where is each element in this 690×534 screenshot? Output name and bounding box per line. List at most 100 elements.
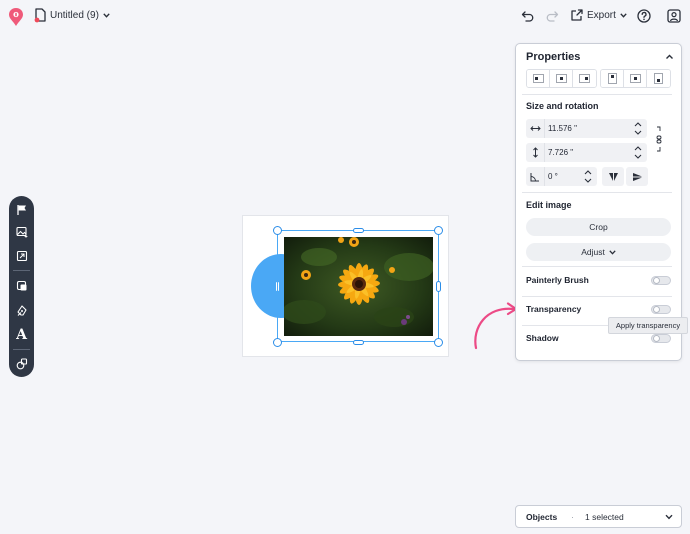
adjust-button[interactable]: Adjust <box>526 243 671 261</box>
pen-icon <box>16 304 27 316</box>
elements-tool-button[interactable] <box>14 356 29 371</box>
shape-text-cursor <box>276 282 279 291</box>
resize-handle-bottom-right[interactable] <box>434 338 443 347</box>
align-top-button[interactable] <box>601 70 624 87</box>
resize-handle-bottom[interactable] <box>353 340 364 345</box>
toolbar-separator <box>13 349 30 350</box>
pen-tool-button[interactable] <box>14 303 29 318</box>
document-title: Untitled (9) <box>50 10 99 21</box>
width-arrow-icon <box>526 119 545 138</box>
objects-title: Objects <box>526 512 558 522</box>
objects-panel-bar[interactable]: Objects · 1 selected <box>515 505 682 528</box>
crop-button[interactable]: Crop <box>526 218 671 236</box>
image-sparkle-icon <box>15 226 28 238</box>
properties-title: Properties <box>526 51 581 63</box>
flower-photo[interactable] <box>284 237 433 336</box>
flower-image <box>284 237 433 336</box>
align-right-button[interactable] <box>573 70 596 87</box>
redo-icon[interactable] <box>545 9 559 23</box>
height-field[interactable]: 7.726 " <box>526 143 647 162</box>
align-middle-icon <box>629 74 641 83</box>
objects-selected-count: 1 selected <box>585 512 624 522</box>
align-center-icon <box>555 74 567 83</box>
top-bar: Untitled (9) Export <box>0 0 690 33</box>
panel-divider <box>522 266 672 267</box>
width-field[interactable]: 11.576 " <box>526 119 647 138</box>
account-icon[interactable] <box>667 9 681 23</box>
template-tool-button[interactable] <box>14 248 29 263</box>
align-left-button[interactable] <box>527 70 550 87</box>
align-top-icon <box>607 73 617 84</box>
toolbar-separator <box>13 270 30 271</box>
chevron-down-icon <box>609 249 616 255</box>
edit-image-title: Edit image <box>526 200 572 210</box>
resize-handle-top-left[interactable] <box>273 226 282 235</box>
transparency-toggle[interactable] <box>651 305 671 314</box>
width-value[interactable]: 11.576 " <box>548 124 633 133</box>
height-arrow-icon <box>526 143 545 162</box>
toggle-knob <box>653 277 660 284</box>
image-tool-button[interactable] <box>14 224 29 239</box>
document-title-menu[interactable]: Untitled (9) <box>34 8 110 23</box>
chevron-down-icon[interactable] <box>665 514 673 520</box>
shapes-tool-button[interactable] <box>14 278 29 293</box>
horizontal-align-group <box>526 69 597 88</box>
transparency-label: Transparency <box>526 304 582 314</box>
export-button[interactable]: Export <box>570 9 627 22</box>
painterly-brush-label: Painterly Brush <box>526 275 589 285</box>
panel-divider <box>522 296 672 297</box>
elements-icon <box>16 357 27 369</box>
panel-divider <box>522 192 672 193</box>
flip-vertical-button[interactable] <box>626 167 648 186</box>
align-middle-button[interactable] <box>624 70 647 87</box>
rotation-stepper-icon[interactable] <box>583 168 593 185</box>
width-stepper-icon[interactable] <box>633 120 643 137</box>
flip-vertical-icon <box>632 172 642 181</box>
text-tool-button[interactable]: A <box>14 327 29 342</box>
height-value[interactable]: 7.726 " <box>548 148 633 157</box>
document-icon <box>34 8 46 23</box>
flip-horizontal-icon <box>608 172 618 181</box>
export-icon <box>571 9 583 21</box>
vertical-align-group <box>600 69 671 88</box>
shadow-toggle[interactable] <box>651 334 671 343</box>
chevron-down-icon <box>103 13 110 18</box>
template-icon <box>16 250 27 261</box>
help-icon[interactable] <box>637 9 651 23</box>
painterly-brush-toggle[interactable] <box>651 276 671 285</box>
flip-horizontal-button[interactable] <box>602 167 624 186</box>
height-stepper-icon[interactable] <box>633 144 643 161</box>
crop-label: Crop <box>589 222 608 232</box>
text-icon: A <box>16 326 27 343</box>
toggle-knob <box>653 335 660 342</box>
lock-ratio-link-icon[interactable] <box>655 124 663 154</box>
export-label: Export <box>587 10 616 21</box>
flag-tool-button[interactable] <box>14 202 29 217</box>
resize-handle-top[interactable] <box>353 228 364 233</box>
resize-handle-right[interactable] <box>436 281 441 292</box>
align-left-icon <box>532 74 544 83</box>
resize-handle-bottom-left[interactable] <box>273 338 282 347</box>
rotation-angle-icon <box>526 167 545 186</box>
objects-separator: · <box>571 512 574 522</box>
rotation-field[interactable]: 0 ° <box>526 167 597 186</box>
rotation-value[interactable]: 0 ° <box>548 172 583 181</box>
left-toolbar: A <box>9 196 34 377</box>
align-bottom-icon <box>654 73 663 84</box>
properties-panel: Properties Size and rotation 11.576 " 7.… <box>515 43 682 361</box>
shapes-icon <box>16 280 26 290</box>
toggle-knob <box>653 306 660 313</box>
transparency-tooltip: Apply transparency <box>608 317 688 334</box>
app-logo-icon[interactable] <box>9 8 23 26</box>
chevron-down-icon <box>620 13 627 18</box>
size-rotation-title: Size and rotation <box>526 101 599 111</box>
adjust-label: Adjust <box>581 247 605 257</box>
undo-icon[interactable] <box>521 9 535 23</box>
resize-handle-top-right[interactable] <box>434 226 443 235</box>
align-right-icon <box>579 74 590 83</box>
align-bottom-button[interactable] <box>647 70 670 87</box>
flag-icon <box>16 204 26 215</box>
align-center-button[interactable] <box>550 70 573 87</box>
panel-divider <box>522 94 672 95</box>
chevron-up-icon[interactable] <box>665 53 674 61</box>
